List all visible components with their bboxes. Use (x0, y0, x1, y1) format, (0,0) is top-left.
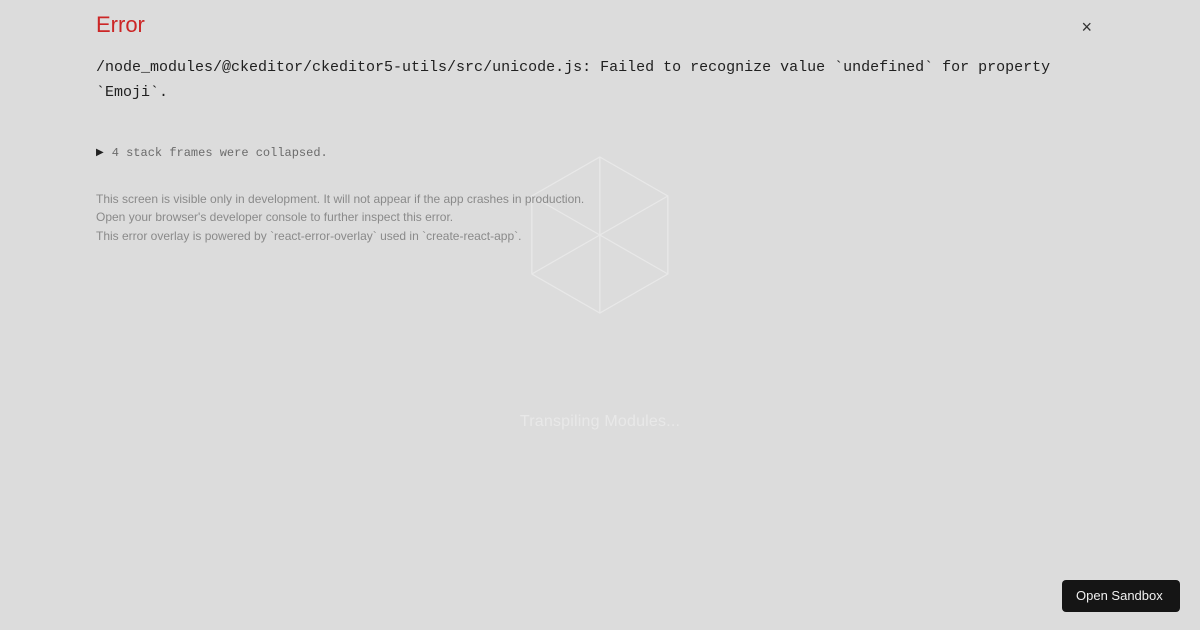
caret-right-icon: ▶ (96, 147, 104, 158)
close-button[interactable]: × (1081, 18, 1092, 36)
error-overlay: × Error /node_modules/@ckeditor/ckeditor… (0, 0, 1200, 630)
stack-frames-toggle[interactable]: ▶ 4 stack frames were collapsed. (96, 146, 1104, 160)
footer-line-2: Open your browser's developer console to… (96, 208, 1104, 227)
footer-line-3: This error overlay is powered by `react-… (96, 227, 1104, 246)
error-heading: Error (96, 12, 1104, 38)
open-sandbox-button[interactable]: Open Sandbox (1062, 580, 1180, 612)
dev-footer: This screen is visible only in developme… (96, 190, 1104, 246)
error-message: /node_modules/@ckeditor/ckeditor5-utils/… (96, 56, 1104, 106)
stack-frames-label: 4 stack frames were collapsed. (112, 146, 328, 160)
footer-line-1: This screen is visible only in developme… (96, 190, 1104, 209)
